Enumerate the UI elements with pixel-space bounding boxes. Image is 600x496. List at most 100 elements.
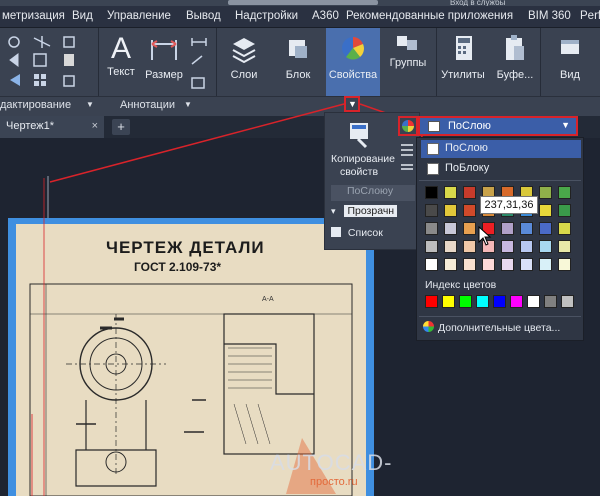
- menu-parametrization[interactable]: метризация: [2, 10, 65, 22]
- color-swatch[interactable]: [558, 240, 571, 253]
- layers-icon: [232, 38, 256, 64]
- index-colors-label: Индекс цветов: [425, 279, 497, 291]
- menu-bar: метризация Вид Управление Вывод Надстрой…: [0, 6, 600, 28]
- index-color-swatch[interactable]: [442, 295, 455, 308]
- color-swatch[interactable]: [444, 222, 457, 235]
- color-swatch[interactable]: [425, 204, 438, 217]
- color-swatch[interactable]: [539, 204, 552, 217]
- watermark: AUTOCAD- просто.ru: [270, 450, 393, 488]
- annotations-panel-label[interactable]: Аннотации: [120, 99, 175, 111]
- dimension-icon: [151, 40, 177, 60]
- color-swatch[interactable]: [463, 186, 476, 199]
- color-icon: [402, 120, 414, 132]
- text-button[interactable]: A Текст: [104, 32, 138, 78]
- properties-expand-highlight: [344, 96, 360, 112]
- index-color-swatch[interactable]: [425, 295, 438, 308]
- color-swatch[interactable]: [444, 240, 457, 253]
- close-tab-icon[interactable]: ×: [92, 120, 98, 132]
- annotations-expand-icon[interactable]: ▼: [184, 100, 192, 109]
- color-swatch[interactable]: [463, 240, 476, 253]
- transparency-dropdown-icon: ▾: [331, 206, 336, 216]
- calculator-icon: [456, 36, 472, 60]
- color-swatch[interactable]: [425, 186, 438, 199]
- index-color-swatch[interactable]: [510, 295, 523, 308]
- groups-icon: [397, 36, 417, 50]
- menu-featured-apps[interactable]: Рекомендованные приложения: [346, 10, 513, 22]
- color-swatch[interactable]: [425, 222, 438, 235]
- linetype-dropdown[interactable]: ПоСлоюу: [331, 185, 415, 201]
- color-swatch[interactable]: [444, 186, 457, 199]
- dimension-button[interactable]: Размер: [142, 32, 186, 81]
- index-color-swatch[interactable]: [527, 295, 540, 308]
- color-swatch[interactable]: [539, 240, 552, 253]
- color-dropdown[interactable]: ПоСлою ▼: [418, 116, 578, 136]
- color-swatch[interactable]: [501, 240, 514, 253]
- menu-bim360[interactable]: BIM 360: [528, 10, 571, 22]
- mouse-cursor-icon: [478, 226, 492, 246]
- color-swatch: [428, 121, 440, 132]
- color-swatch[interactable]: [520, 222, 533, 235]
- menu-a360[interactable]: A360: [312, 10, 339, 22]
- color-swatch[interactable]: [463, 222, 476, 235]
- annotation-small-icons[interactable]: [188, 36, 210, 96]
- index-color-swatch[interactable]: [561, 295, 574, 308]
- color-swatch[interactable]: [444, 258, 457, 271]
- layers-button[interactable]: Слои: [224, 32, 264, 81]
- tab-drawing1[interactable]: Чертеж1* ×: [0, 116, 104, 138]
- more-colors-button[interactable]: Дополнительные цвета...: [423, 321, 560, 334]
- list-button[interactable]: Список: [331, 227, 383, 239]
- color-swatch[interactable]: [558, 186, 571, 199]
- clipboard-icon: [506, 35, 524, 60]
- view-icon: [561, 40, 579, 54]
- color-swatch[interactable]: [558, 204, 571, 217]
- editing-panel-label[interactable]: дактирование: [0, 99, 71, 111]
- color-option-byblock[interactable]: ПоБлоку: [421, 160, 581, 178]
- utilities-button[interactable]: Утилиты: [438, 32, 488, 81]
- match-properties-icon: [350, 123, 368, 149]
- color-swatch[interactable]: [539, 186, 552, 199]
- new-tab-button[interactable]: +: [112, 119, 130, 135]
- text-icon: A: [110, 32, 131, 65]
- color-wheel-icon: [423, 321, 434, 332]
- ribbon-panel-footer: дактирование ▼ Аннотации ▼ ▼: [0, 96, 600, 114]
- color-swatch[interactable]: [558, 258, 571, 271]
- color-swatch[interactable]: [520, 240, 533, 253]
- index-color-swatch[interactable]: [459, 295, 472, 308]
- color-swatch[interactable]: [501, 222, 514, 235]
- title-blurred: [228, 0, 378, 5]
- color-option-bylayer[interactable]: ПоСлою: [421, 140, 581, 158]
- menu-view[interactable]: Вид: [72, 10, 93, 22]
- color-swatch[interactable]: [425, 240, 438, 253]
- menu-addins[interactable]: Надстройки: [235, 10, 298, 22]
- editing-expand-icon[interactable]: ▼: [86, 100, 94, 109]
- block-icon: [289, 40, 307, 58]
- menu-perfo[interactable]: Perfo: [580, 10, 600, 22]
- index-color-swatch[interactable]: [476, 295, 489, 308]
- color-swatch[interactable]: [539, 258, 552, 271]
- clipboard-button[interactable]: Буфе...: [494, 32, 536, 81]
- color-swatch[interactable]: [520, 258, 533, 271]
- match-properties-button[interactable]: Копирование свойств: [331, 119, 395, 179]
- color-swatch[interactable]: [425, 258, 438, 271]
- list-icon: [331, 227, 341, 237]
- color-swatch[interactable]: [501, 258, 514, 271]
- color-swatch[interactable]: [558, 222, 571, 235]
- transparency-control[interactable]: ▾ Прозрачн: [331, 205, 415, 221]
- lineweight-icon: [401, 144, 413, 170]
- color-swatch[interactable]: [444, 204, 457, 217]
- block-button[interactable]: Блок: [278, 32, 318, 81]
- color-swatch[interactable]: [463, 204, 476, 217]
- color-icon-highlight: [398, 116, 418, 136]
- index-color-swatch[interactable]: [493, 295, 506, 308]
- color-swatch[interactable]: [463, 258, 476, 271]
- chevron-down-icon: ▼: [561, 120, 570, 130]
- menu-manage[interactable]: Управление: [107, 10, 171, 22]
- color-swatch[interactable]: [482, 258, 495, 271]
- menu-output[interactable]: Вывод: [186, 10, 221, 22]
- index-color-swatch[interactable]: [544, 295, 557, 308]
- view-button[interactable]: Вид: [548, 32, 592, 81]
- color-swatch[interactable]: [539, 222, 552, 235]
- groups-button[interactable]: Группы: [386, 32, 430, 69]
- color-popup: ПоСлою ПоБлоку Индекс цветов Дополнитель…: [416, 137, 584, 341]
- edit-tools-icons[interactable]: [4, 34, 96, 98]
